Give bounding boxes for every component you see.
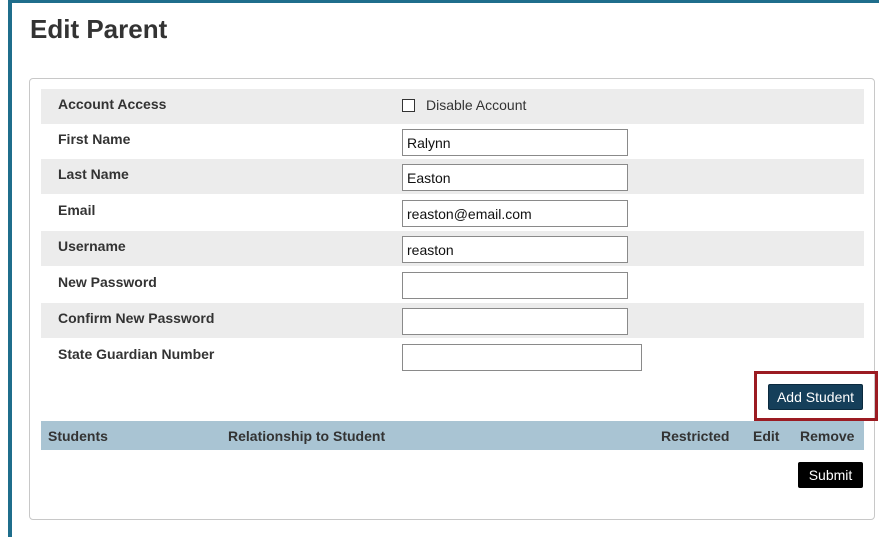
- new-password-label: New Password: [58, 274, 157, 290]
- top-accent-border: [8, 0, 879, 3]
- row-state-guardian-number: State Guardian Number: [41, 339, 864, 374]
- row-new-password: New Password: [41, 267, 864, 302]
- username-label: Username: [58, 238, 126, 254]
- column-restricted: Restricted: [661, 428, 730, 444]
- disable-account-checkbox[interactable]: Disable Account: [402, 97, 526, 113]
- last-name-input[interactable]: [402, 164, 628, 191]
- column-remove: Remove: [800, 428, 855, 444]
- add-student-button[interactable]: Add Student: [768, 384, 863, 410]
- first-name-input[interactable]: [402, 129, 628, 156]
- column-edit: Edit: [753, 428, 780, 444]
- row-last-name: Last Name: [41, 159, 864, 194]
- row-username: Username: [41, 231, 864, 266]
- students-table-header: Students Relationship to Student Restric…: [41, 421, 864, 450]
- account-access-label: Account Access: [58, 96, 167, 112]
- submit-button[interactable]: Submit: [798, 462, 863, 488]
- left-accent-border: [8, 0, 12, 537]
- row-first-name: First Name: [41, 124, 864, 159]
- email-input[interactable]: [402, 200, 628, 227]
- checkbox-icon[interactable]: [402, 98, 415, 112]
- state-guardian-number-label: State Guardian Number: [58, 346, 215, 362]
- last-name-label: Last Name: [58, 166, 129, 182]
- row-email: Email: [41, 195, 864, 230]
- row-confirm-password: Confirm New Password: [41, 303, 864, 338]
- column-students: Students: [48, 428, 108, 444]
- row-account-access: Account Access Disable Account: [41, 89, 864, 124]
- column-relationship: Relationship to Student: [228, 428, 386, 444]
- state-guardian-number-input[interactable]: [402, 344, 642, 371]
- confirm-password-input[interactable]: [402, 308, 628, 335]
- page-title: Edit Parent: [30, 14, 168, 44]
- disable-account-label: Disable Account: [426, 97, 527, 113]
- first-name-label: First Name: [58, 131, 131, 147]
- email-label: Email: [58, 202, 96, 218]
- confirm-password-label: Confirm New Password: [58, 310, 215, 326]
- new-password-input[interactable]: [402, 272, 628, 299]
- username-input[interactable]: [402, 236, 628, 263]
